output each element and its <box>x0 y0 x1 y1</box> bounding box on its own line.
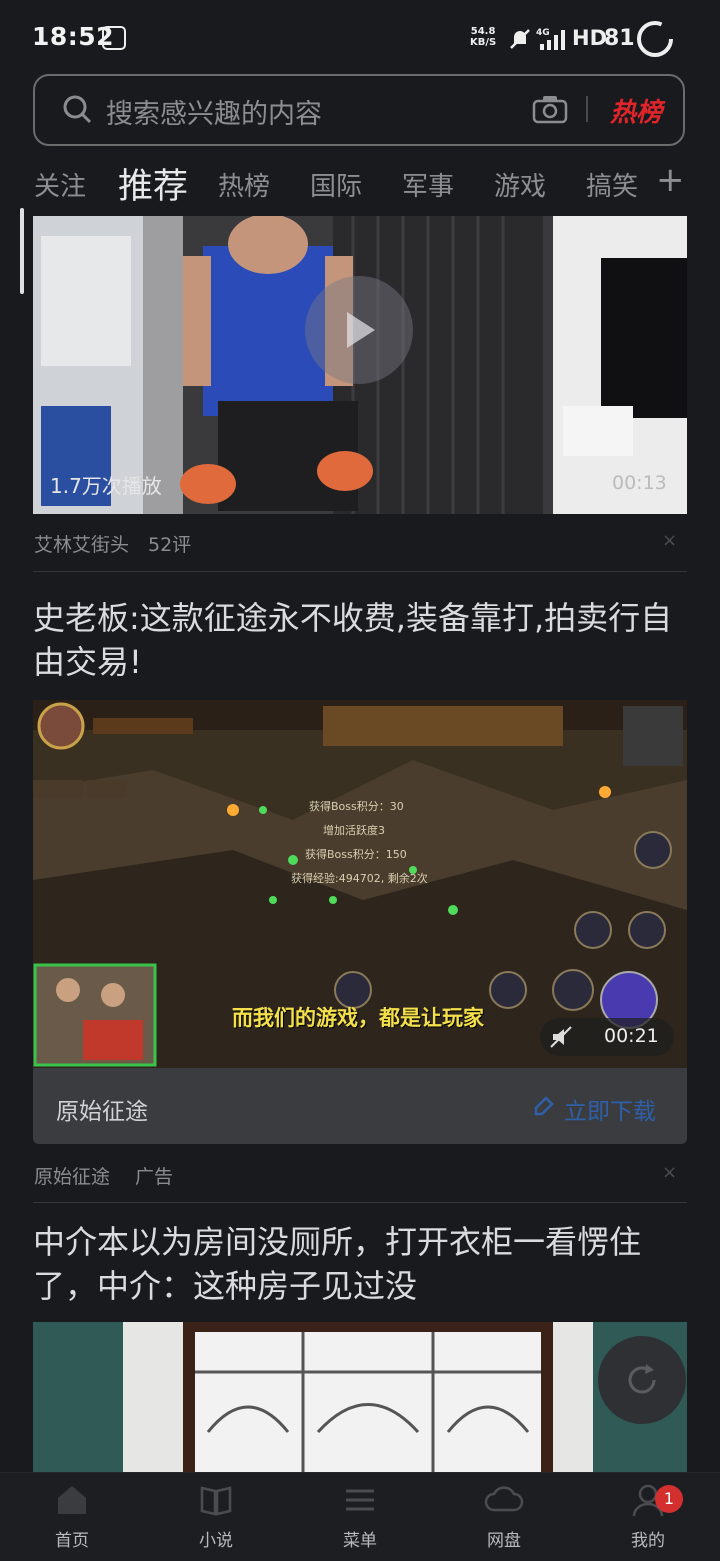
home-icon <box>58 1486 86 1514</box>
download-icon <box>534 1096 554 1116</box>
nav-cloud[interactable]: 网盘 <box>444 1482 564 1551</box>
nav-home[interactable]: 首页 <box>12 1482 132 1551</box>
video-play-count: 1.7万次播放 <box>50 474 162 498</box>
add-channel-icon[interactable]: + <box>656 160 685 200</box>
network-speed-value: 54.8 <box>470 26 496 37</box>
signal-icon <box>540 30 565 50</box>
tab-recommend[interactable]: 推荐 <box>118 158 188 209</box>
nav-menu-label: 菜单 <box>343 1531 377 1551</box>
network-speed-unit: KB/S <box>470 37 497 48</box>
nav-profile[interactable]: 我的 <box>588 1482 708 1551</box>
article-thumbnail-2[interactable] <box>33 1322 687 1472</box>
nav-novel[interactable]: 小说 <box>156 1482 276 1551</box>
hd-indicator: HD <box>572 26 608 50</box>
nav-cloud-label: 网盘 <box>487 1531 521 1551</box>
article-source[interactable]: 艾林艾街头 <box>34 530 129 557</box>
hot-list-button[interactable]: 热榜 <box>610 92 662 129</box>
svg-text:获得经验:494702, 剩余2次: 获得经验:494702, 剩余2次 <box>291 871 428 885</box>
feed-divider <box>33 571 687 572</box>
mute-video-icon[interactable] <box>550 1026 572 1048</box>
search-divider <box>586 96 588 122</box>
svg-text:获得Boss积分：150: 获得Boss积分：150 <box>305 848 407 861</box>
ad-app-name: 原始征途 <box>56 1099 148 1125</box>
scroll-indicator <box>20 208 24 294</box>
camera-icon[interactable] <box>532 94 568 124</box>
refresh-icon <box>628 1364 656 1394</box>
comment-count[interactable]: 52评 <box>148 530 191 557</box>
tab-military[interactable]: 军事 <box>402 166 454 203</box>
close-icon[interactable]: × <box>662 1162 677 1183</box>
nav-menu[interactable]: 菜单 <box>300 1482 420 1551</box>
notification-badge: 1 <box>655 1485 683 1513</box>
network-speed: 54.8 KB/S <box>470 26 496 48</box>
tab-hot[interactable]: 热榜 <box>218 166 270 203</box>
close-icon[interactable]: × <box>662 530 677 551</box>
battery-ring-icon <box>637 21 673 57</box>
search-input[interactable]: 搜索感兴趣的内容 <box>106 92 322 131</box>
nav-home-label: 首页 <box>55 1531 89 1551</box>
video-duration: 00:13 <box>612 472 667 494</box>
ad-video-subtitle: 而我们的游戏，都是让玩家 <box>232 1006 484 1030</box>
nav-novel-label: 小说 <box>199 1531 233 1551</box>
battery-level: 81 <box>604 26 635 51</box>
ad-title[interactable]: 史老板:这款征途永不收费,装备靠打,拍卖行自由交易! <box>33 596 683 684</box>
book-icon <box>200 1486 232 1516</box>
window-scene <box>33 1322 687 1472</box>
ad-source[interactable]: 原始征途 <box>34 1162 110 1189</box>
svg-text:获得Boss积分：30: 获得Boss积分：30 <box>309 800 404 813</box>
menu-icon <box>346 1489 374 1511</box>
nav-profile-label: 我的 <box>631 1531 665 1551</box>
ad-badge: 广告 <box>135 1166 174 1188</box>
download-button[interactable]: 立即下载 <box>564 1092 656 1126</box>
feed-divider <box>33 1202 687 1203</box>
tab-international[interactable]: 国际 <box>310 166 362 203</box>
mute-icon <box>510 29 530 49</box>
tab-funny[interactable]: 搞笑 <box>586 166 638 203</box>
tab-follow[interactable]: 关注 <box>34 166 86 203</box>
svg-text:增加活跃度3: 增加活跃度3 <box>323 823 385 837</box>
search-icon <box>63 95 92 124</box>
payment-app-icon <box>102 26 126 50</box>
ad-duration: 00:21 <box>604 1025 659 1047</box>
tab-games[interactable]: 游戏 <box>494 166 546 203</box>
article-title[interactable]: 中介本以为房间没厕所，打开衣柜一看愣住了，中介：这种房子见过没 <box>33 1220 683 1308</box>
cloud-icon <box>484 1486 524 1512</box>
